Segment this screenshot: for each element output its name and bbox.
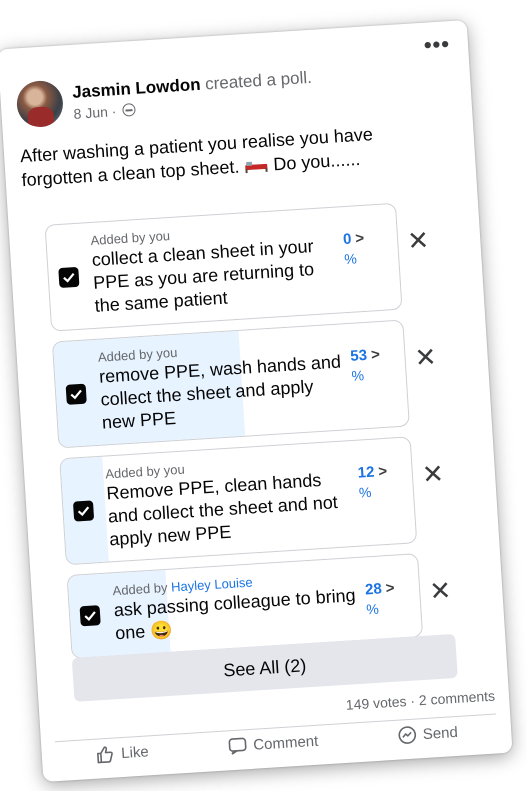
percent-symbol: % <box>358 483 372 501</box>
percent-value: 53 <box>349 346 368 365</box>
remove-option-button[interactable]: ✕ <box>396 200 439 257</box>
option-percent[interactable]: 53 > % <box>343 331 398 419</box>
poll-question: After washing a patient you realise you … <box>19 119 421 192</box>
option-text: collect a clean sheet in your PPE as you… <box>91 236 315 316</box>
comment-icon <box>228 737 247 755</box>
bed-emoji-icon <box>244 157 269 174</box>
checked-checkbox-icon[interactable] <box>72 499 95 522</box>
option-text: Remove PPE, clean hands and collect the … <box>105 470 339 550</box>
chevron-right-icon: > <box>377 462 388 481</box>
poll-option-row: Added by you Remove PPE, clean hands and… <box>59 433 469 566</box>
poll-option-3[interactable]: Added by you Remove PPE, clean hands and… <box>59 436 418 566</box>
send-label: Send <box>422 723 459 743</box>
remove-option-button[interactable]: ✕ <box>418 551 461 608</box>
poll-options: Added by you collect a clean sheet in yo… <box>44 200 476 669</box>
grinning-emoji-icon: 😀 <box>149 619 174 642</box>
like-label: Like <box>120 742 150 762</box>
comment-button[interactable]: Comment <box>227 731 319 757</box>
added-by-name: you <box>155 344 178 362</box>
added-by-name: you <box>148 228 171 245</box>
remove-option-button[interactable]: ✕ <box>411 434 454 491</box>
avatar[interactable] <box>15 79 65 129</box>
percent-value: 12 <box>357 463 375 482</box>
post-action-text: created a poll. <box>204 67 313 94</box>
checked-checkbox-icon[interactable] <box>65 383 87 405</box>
percent-symbol: % <box>365 600 380 618</box>
poll-option-1[interactable]: Added by you collect a clean sheet in yo… <box>44 202 403 332</box>
post-header: Jasmin Lowdon created a poll. 8 Jun · <box>15 64 314 129</box>
post-date[interactable]: 8 Jun · <box>73 103 121 122</box>
option-percent[interactable]: 0 > % <box>336 214 391 302</box>
like-button[interactable]: Like <box>95 741 150 764</box>
checked-checkbox-icon[interactable] <box>79 605 101 627</box>
poll-option-row: Added by you collect a clean sheet in yo… <box>44 200 455 332</box>
vote-fill-bar <box>45 225 53 331</box>
poll-option-2[interactable]: Added by you remove PPE, wash hands and … <box>51 319 410 449</box>
messenger-send-icon <box>398 726 416 744</box>
added-by-name: you <box>163 461 186 478</box>
thumbs-up-icon <box>97 746 114 764</box>
header-text: Jasmin Lowdon created a poll. 8 Jun · <box>72 67 314 122</box>
percent-value: 28 <box>364 580 383 599</box>
poll-option-row: Added by you remove PPE, wash hands and … <box>51 316 462 449</box>
friends-icon <box>121 102 136 117</box>
votes-comments-count[interactable]: 149 votes · 2 comments <box>345 688 495 713</box>
chevron-right-icon: > <box>354 229 365 248</box>
author-name[interactable]: Jasmin Lowdon <box>72 75 201 102</box>
remove-option-button[interactable]: ✕ <box>403 317 446 374</box>
chevron-right-icon: > <box>385 579 396 598</box>
more-options-button[interactable]: ••• <box>423 31 451 59</box>
percent-symbol: % <box>343 250 358 268</box>
percent-value: 0 <box>342 230 352 249</box>
send-button[interactable]: Send <box>396 722 458 746</box>
chevron-right-icon: > <box>370 346 381 364</box>
poll-post-card: ••• Jasmin Lowdon created a poll. 8 Jun … <box>0 19 513 783</box>
checked-checkbox-icon[interactable] <box>58 266 80 288</box>
screenshot-stage: ••• Jasmin Lowdon created a poll. 8 Jun … <box>0 0 527 791</box>
option-percent[interactable]: 12 > % <box>350 448 405 536</box>
percent-symbol: % <box>351 367 365 384</box>
question-suffix: Do you...... <box>272 148 361 175</box>
option-text: remove PPE, wash hands and collect the s… <box>98 351 342 433</box>
option-percent[interactable]: 28 > % <box>358 565 412 630</box>
comment-label: Comment <box>252 732 319 754</box>
